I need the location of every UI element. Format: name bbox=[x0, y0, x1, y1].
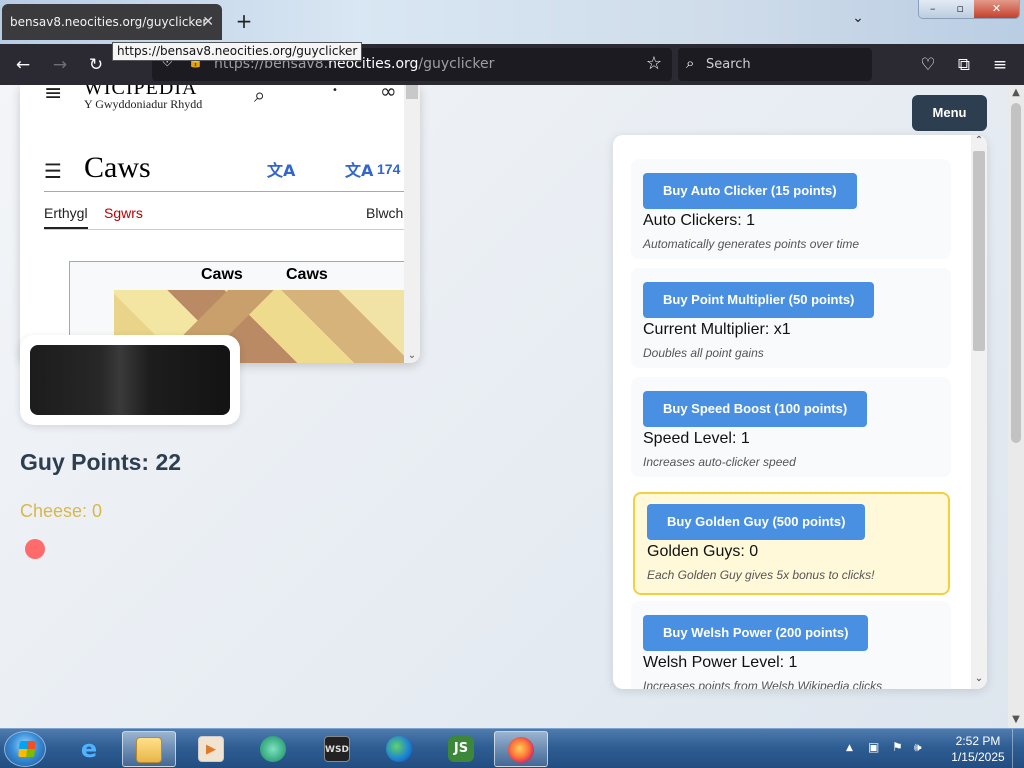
search-placeholder: Search bbox=[706, 57, 751, 72]
guy-card[interactable] bbox=[20, 335, 240, 425]
hamburger-menu-icon[interactable]: ≡ bbox=[987, 52, 1013, 78]
firefox-icon[interactable] bbox=[494, 731, 548, 767]
clock-time[interactable]: 2:52 PM bbox=[948, 734, 1008, 748]
action-center-flag-icon[interactable]: ⚑ bbox=[892, 740, 903, 754]
media-player-icon[interactable]: ▶ bbox=[184, 731, 238, 767]
wiki-language-count[interactable]: 174 bbox=[377, 161, 400, 177]
wiki-infobox-title: Caws bbox=[201, 266, 243, 283]
guy-points-counter: Guy Points: 22 bbox=[20, 449, 182, 475]
green-app-icon[interactable] bbox=[246, 731, 300, 767]
upgrade-stat: Welsh Power Level: 1 bbox=[643, 654, 798, 671]
search-input[interactable]: ⌕ Search bbox=[678, 48, 872, 81]
upgrade-description: Each Golden Guy gives 5x bonus to clicks… bbox=[647, 568, 875, 582]
url-path: /guyclicker bbox=[418, 56, 495, 72]
upgrades-scrollbar[interactable]: ⌃ ⌄ bbox=[971, 135, 987, 689]
buy-point-multiplier-button[interactable]: Buy Point Multiplier (50 points) bbox=[643, 282, 875, 318]
back-icon[interactable]: ← bbox=[10, 52, 36, 78]
minimize-button[interactable]: – bbox=[919, 0, 947, 18]
edge-browser-icon[interactable] bbox=[372, 731, 426, 767]
forward-icon[interactable]: → bbox=[47, 52, 73, 78]
browser-tab[interactable]: bensav8.neocities.org/guyclicker ✕ bbox=[2, 4, 222, 40]
page-scroll-thumb[interactable] bbox=[1011, 103, 1021, 443]
page-viewport: ≡ WICIPEDIA Y Gwyddoniadur Rhydd ⌕ • ∞ ☰… bbox=[0, 85, 1024, 728]
reload-icon[interactable]: ↻ bbox=[83, 52, 109, 78]
upgrade-description: Increases auto-clicker speed bbox=[643, 455, 796, 469]
wikipedia-embed[interactable]: ≡ WICIPEDIA Y Gwyddoniadur Rhydd ⌕ • ∞ ☰… bbox=[20, 85, 420, 363]
guy-image[interactable] bbox=[30, 345, 230, 415]
url-tooltip: https://bensav8.neocities.org/guyclicker bbox=[112, 42, 363, 61]
wiki-tab-view[interactable]: Blwch bbox=[366, 205, 403, 221]
upgrade-golden-guy: Buy Golden Guy (500 points) Golden Guys:… bbox=[633, 492, 950, 595]
bookmark-star-icon[interactable]: ☆ bbox=[646, 53, 662, 74]
upgrade-stat: Golden Guys: 0 bbox=[647, 543, 759, 560]
wiki-toc-icon[interactable]: ☰ bbox=[44, 159, 62, 183]
internet-explorer-icon[interactable]: e bbox=[62, 731, 116, 767]
upgrade-welsh-power: Buy Welsh Power (200 points) Welsh Power… bbox=[631, 601, 951, 689]
maximize-button[interactable]: ▫ bbox=[946, 0, 974, 18]
chevron-down-icon[interactable]: ⌄ bbox=[971, 673, 987, 687]
wiki-language-icon[interactable]: 文A bbox=[345, 157, 373, 181]
buy-speed-boost-button[interactable]: Buy Speed Boost (100 points) bbox=[643, 391, 868, 427]
wiki-reading-icon[interactable]: ∞ bbox=[380, 85, 397, 103]
browser-tab-strip: bensav8.neocities.org/guyclicker ✕ + ⌄ –… bbox=[0, 0, 1024, 44]
chevron-down-icon[interactable]: ▼ bbox=[1008, 712, 1024, 728]
new-tab-button[interactable]: + bbox=[234, 10, 254, 34]
wiki-tagline: Y Gwyddoniadur Rhydd bbox=[84, 97, 203, 111]
wiki-tab-article[interactable]: Erthygl bbox=[44, 205, 88, 229]
wiki-translate-icon[interactable]: 文A bbox=[267, 157, 295, 181]
upgrade-description: Increases points from Welsh Wikipedia cl… bbox=[643, 679, 883, 689]
chevron-up-icon[interactable]: ▲ bbox=[1008, 85, 1024, 101]
windows-taskbar: e ▶ WSD JS ▲ ▣ ⚑ 🕪 2:52 PM 1/15/2025 bbox=[0, 728, 1024, 768]
upgrades-scroll-thumb[interactable] bbox=[973, 151, 985, 351]
start-button[interactable] bbox=[4, 731, 46, 767]
menu-button[interactable]: Menu bbox=[912, 95, 987, 131]
page-scrollbar[interactable]: ▲ ▼ bbox=[1008, 85, 1024, 728]
upgrade-stat: Auto Clickers: 1 bbox=[643, 212, 756, 229]
search-icon: ⌕ bbox=[686, 54, 695, 72]
wiki-menu-icon[interactable]: ≡ bbox=[44, 85, 62, 105]
upgrade-point-multiplier: Buy Point Multiplier (50 points) Current… bbox=[631, 268, 951, 368]
windows-logo-icon bbox=[18, 741, 36, 757]
chevron-down-icon[interactable]: ⌄ bbox=[404, 350, 420, 361]
wiki-divider bbox=[44, 191, 404, 192]
show-desktop-button[interactable] bbox=[1012, 729, 1024, 768]
wiki-search-icon[interactable]: ⌕ bbox=[254, 85, 265, 107]
red-dot-indicator[interactable] bbox=[25, 539, 45, 559]
upgrade-description: Doubles all point gains bbox=[643, 346, 764, 360]
chevron-up-icon[interactable]: ⌃ bbox=[971, 135, 987, 149]
upgrade-speed-boost: Buy Speed Boost (100 points) Speed Level… bbox=[631, 377, 951, 477]
wiki-scrollbar[interactable]: ⌄ bbox=[404, 85, 420, 363]
tab-close-icon[interactable]: ✕ bbox=[202, 4, 214, 40]
buy-auto-clicker-button[interactable]: Buy Auto Clicker (15 points) bbox=[643, 173, 857, 209]
wiki-tab-talk[interactable]: Sgwrs bbox=[104, 205, 143, 221]
wsd-app-icon[interactable]: WSD bbox=[310, 731, 364, 767]
tab-title: bensav8.neocities.org/guyclicker bbox=[10, 15, 208, 29]
wiki-more-icon[interactable]: • bbox=[332, 85, 338, 96]
pocket-icon[interactable]: ♡ bbox=[915, 52, 941, 78]
buy-welsh-power-button[interactable]: Buy Welsh Power (200 points) bbox=[643, 615, 869, 651]
nodejs-icon[interactable]: JS bbox=[434, 731, 488, 767]
tray-expand-icon[interactable]: ▲ bbox=[846, 743, 853, 753]
cheese-counter: Cheese: 0 bbox=[20, 501, 103, 521]
clock-date[interactable]: 1/15/2025 bbox=[944, 750, 1012, 764]
network-icon[interactable]: ▣ bbox=[868, 740, 879, 754]
window-controls: – ▫ ✕ bbox=[918, 0, 1020, 19]
system-tray: ▲ ▣ ⚑ 🕪 2:52 PM 1/15/2025 bbox=[840, 729, 1024, 768]
wiki-scroll-thumb[interactable] bbox=[406, 85, 418, 99]
upgrades-panel: Buy Auto Clicker (15 points) Auto Clicke… bbox=[613, 135, 987, 689]
buy-golden-guy-button[interactable]: Buy Golden Guy (500 points) bbox=[647, 504, 866, 540]
upgrade-stat: Current Multiplier: x1 bbox=[643, 321, 791, 338]
upgrade-auto-clicker: Buy Auto Clicker (15 points) Auto Clicke… bbox=[631, 159, 951, 259]
volume-icon[interactable]: 🕪 bbox=[914, 740, 922, 755]
wiki-divider bbox=[44, 229, 404, 230]
chevron-down-icon[interactable]: ⌄ bbox=[848, 10, 868, 32]
upgrade-description: Automatically generates points over time bbox=[643, 237, 860, 251]
extensions-icon[interactable]: ⧉ bbox=[951, 52, 977, 78]
wiki-article-title: Caws bbox=[84, 151, 151, 184]
upgrade-stat: Speed Level: 1 bbox=[643, 430, 750, 447]
wiki-infobox-title-dup: Caws bbox=[286, 266, 328, 283]
close-window-button[interactable]: ✕ bbox=[973, 0, 1019, 18]
file-explorer-icon[interactable] bbox=[122, 731, 176, 767]
